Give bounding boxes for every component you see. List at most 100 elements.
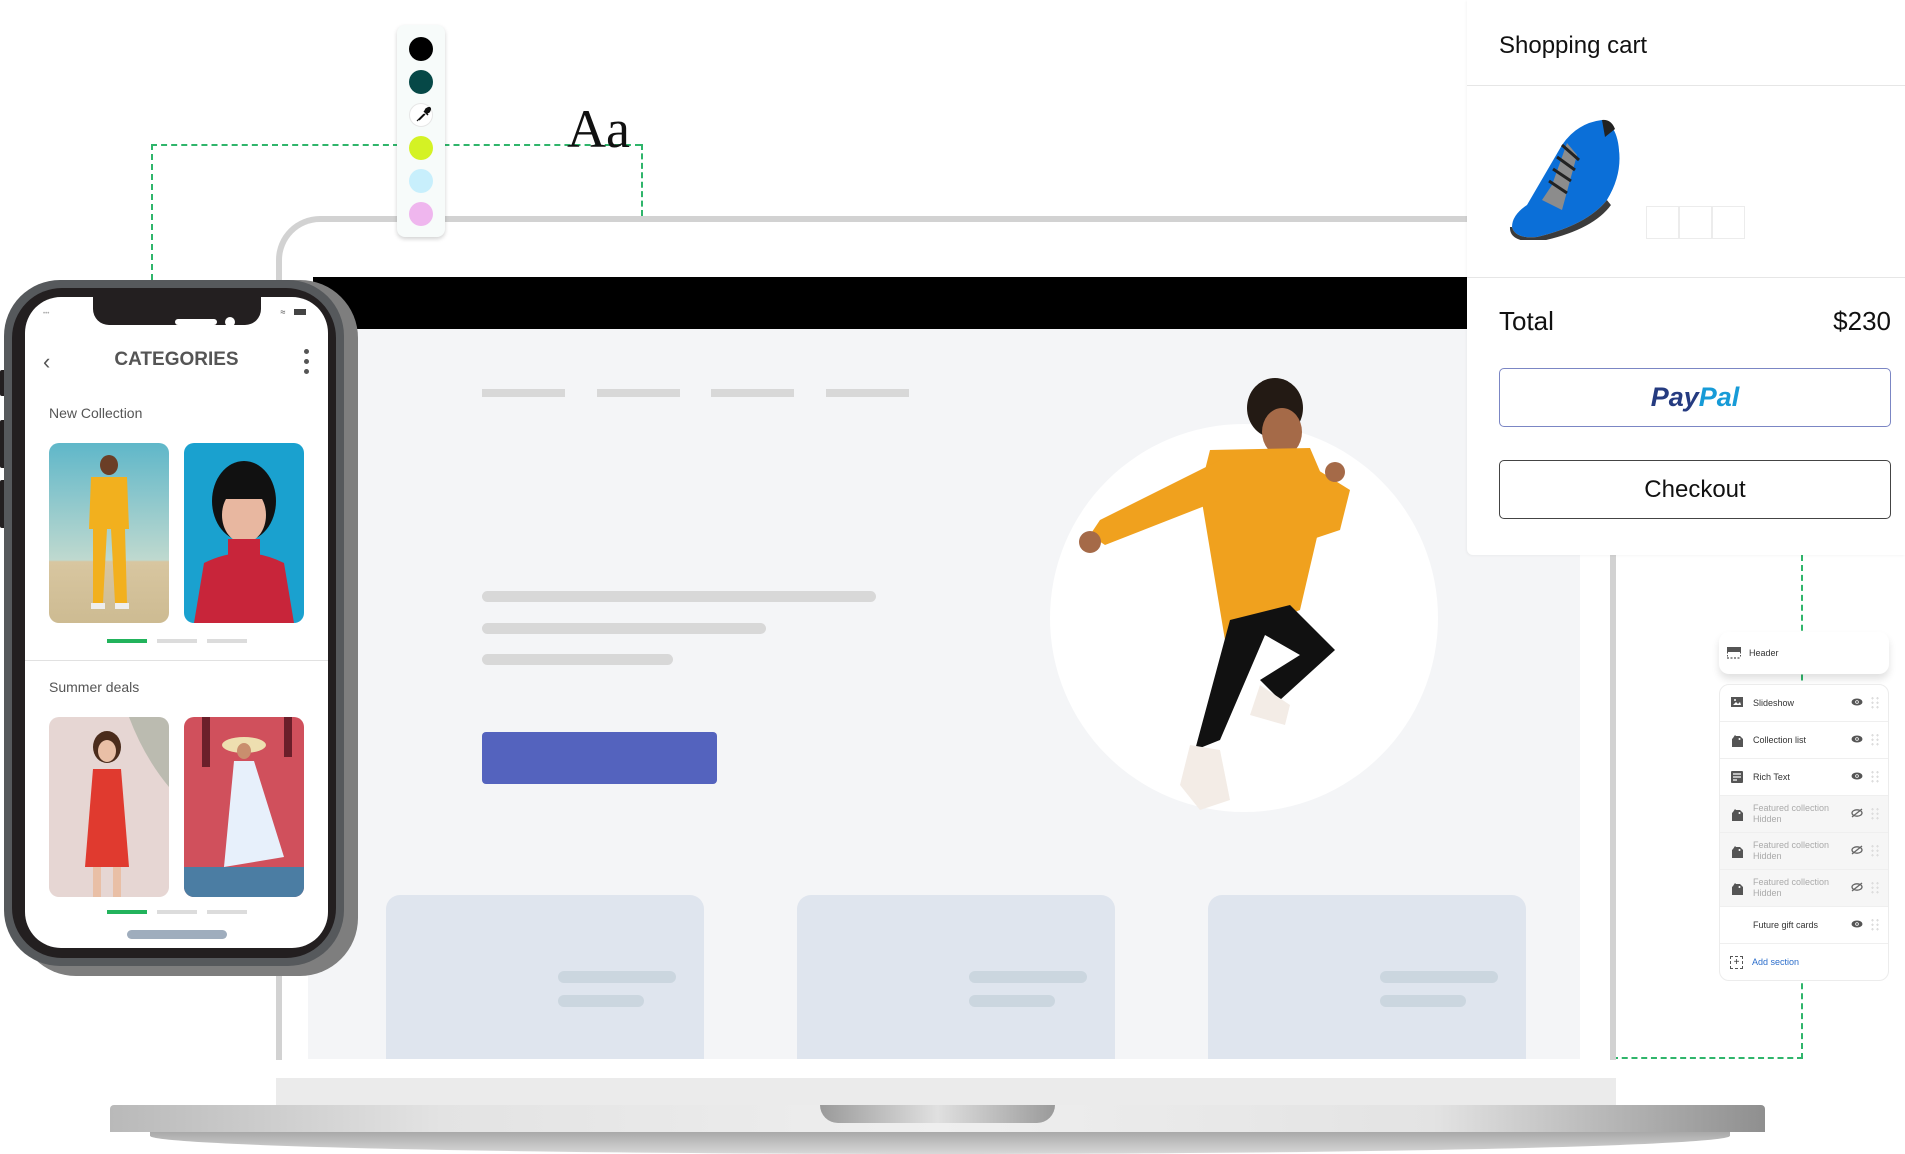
quantity-increment[interactable] [1712, 206, 1745, 239]
drag-handle-icon[interactable] [1870, 770, 1880, 784]
section-header[interactable]: Header [1719, 632, 1889, 674]
nav-placeholder[interactable] [597, 389, 680, 397]
product-card-placeholder[interactable] [797, 895, 1115, 1059]
quantity-stepper[interactable] [1646, 206, 1745, 239]
section-title-new-collection: New Collection [49, 405, 143, 421]
carousel-indicator[interactable] [107, 639, 247, 643]
cart-title: Shopping cart [1499, 32, 1648, 59]
tags-icon [1730, 844, 1744, 858]
section-row[interactable]: Future gift cards [1720, 907, 1888, 944]
color-swatch-black[interactable] [409, 37, 433, 61]
tags-icon [1730, 807, 1744, 821]
add-section-button[interactable]: + Add section [1720, 944, 1888, 980]
section-row-label: Collection list [1753, 735, 1850, 746]
drag-handle-icon[interactable] [1870, 844, 1880, 858]
text-placeholder [482, 591, 876, 602]
eye-icon[interactable] [1850, 771, 1864, 783]
quantity-decrement[interactable] [1646, 206, 1679, 239]
section-status: Hidden [1753, 888, 1782, 898]
laptop-chin [276, 1078, 1616, 1105]
section-name: Future gift cards [1753, 919, 1819, 930]
section-row[interactable]: Rich Text [1720, 759, 1888, 796]
section-status: Hidden [1753, 814, 1782, 824]
section-row-label: Featured collection Hidden [1753, 877, 1850, 899]
section-name: Slideshow [1753, 697, 1795, 708]
eye-off-icon[interactable] [1850, 807, 1864, 821]
paypal-button[interactable]: Pay Pal [1499, 368, 1891, 427]
status-icons: ≈ [281, 307, 306, 317]
section-row[interactable]: Collection list [1720, 722, 1888, 759]
header-layout-icon [1727, 647, 1741, 659]
drag-handle-icon[interactable] [1870, 881, 1880, 895]
battery-icon [294, 309, 306, 315]
color-swatch-pink[interactable] [409, 202, 433, 226]
phone-page-title: CATEGORIES [114, 349, 239, 370]
eye-icon[interactable] [1850, 697, 1864, 709]
checkout-button[interactable]: Checkout [1499, 460, 1891, 519]
home-indicator[interactable] [127, 930, 227, 939]
add-section-icon: + [1730, 955, 1743, 969]
eye-icon[interactable] [1850, 734, 1864, 746]
section-row-label: Rich Text [1753, 772, 1850, 783]
eye-off-icon[interactable] [1850, 844, 1864, 858]
section-title-summer-deals: Summer deals [49, 679, 140, 695]
drag-handle-icon[interactable] [1870, 918, 1880, 932]
drag-handle-icon[interactable] [1870, 807, 1880, 821]
section-row[interactable]: Slideshow [1720, 685, 1888, 722]
text-placeholder [482, 623, 766, 634]
nav-placeholder[interactable] [826, 389, 909, 397]
product-card-placeholder[interactable] [1208, 895, 1526, 1059]
product-image-white-dress[interactable] [184, 717, 304, 897]
color-swatch-eyedropper[interactable] [409, 103, 433, 127]
laptop-bezel [276, 1060, 1616, 1078]
color-swatch-light-blue[interactable] [409, 169, 433, 193]
color-palette [397, 25, 445, 237]
wifi-icon: ≈ [280, 307, 286, 317]
section-row-label: Slideshow [1753, 698, 1850, 709]
theme-sections-panel: Header Slideshow Collection list Rich Text… [1719, 632, 1889, 981]
eye-icon[interactable] [1850, 919, 1864, 931]
total-label: Total [1499, 306, 1554, 336]
divider [1467, 277, 1905, 278]
paypal-logo-pay: Pay [1650, 382, 1699, 412]
more-vertical-icon [304, 349, 310, 374]
product-card-placeholder[interactable] [386, 895, 704, 1059]
color-swatch-dark-teal[interactable] [409, 70, 433, 94]
hero-cta-button[interactable] [482, 732, 717, 784]
connector-aa [641, 144, 643, 216]
section-status: Hidden [1753, 851, 1782, 861]
section-name: Featured collection [1753, 877, 1830, 887]
drag-handle-icon[interactable] [1870, 696, 1880, 710]
add-section-label: Add section [1752, 957, 1800, 967]
nav-placeholder[interactable] [711, 389, 794, 397]
section-row[interactable]: Featured collection Hidden [1720, 870, 1888, 907]
more-options-button[interactable] [304, 349, 310, 379]
section-name: Collection list [1753, 734, 1807, 745]
paypal-logo-pal: Pal [1698, 382, 1740, 412]
shopping-cart-panel: Shopping cart Total $230 Pay Pal Checkout [1467, 0, 1905, 555]
text-block-icon [1730, 770, 1744, 784]
divider [25, 660, 328, 661]
section-row-label: Featured collection Hidden [1753, 840, 1850, 862]
product-image-blue-shoe[interactable] [1507, 115, 1627, 240]
divider [1467, 85, 1905, 86]
typography-sample[interactable]: Aa [567, 98, 630, 160]
product-image-red-sweater[interactable] [184, 443, 304, 623]
section-name: Featured collection [1753, 840, 1830, 850]
laptop-hinge-notch [820, 1105, 1055, 1123]
color-swatch-lime[interactable] [409, 136, 433, 160]
section-row[interactable]: Featured collection Hidden [1720, 833, 1888, 870]
product-image-red-dress[interactable] [49, 717, 169, 897]
section-row[interactable]: Featured collection Hidden [1720, 796, 1888, 833]
nav-placeholder[interactable] [482, 389, 565, 397]
quantity-value[interactable] [1679, 206, 1712, 239]
drag-handle-icon[interactable] [1870, 733, 1880, 747]
image-icon [1730, 696, 1744, 710]
carousel-indicator[interactable] [107, 910, 247, 914]
product-image-yellow-tracksuit[interactable] [49, 443, 169, 623]
tags-icon [1730, 881, 1744, 895]
total-value: $230 [1833, 306, 1891, 336]
phone-speaker [175, 319, 217, 325]
eye-off-icon[interactable] [1850, 881, 1864, 895]
phone-camera [225, 317, 235, 327]
